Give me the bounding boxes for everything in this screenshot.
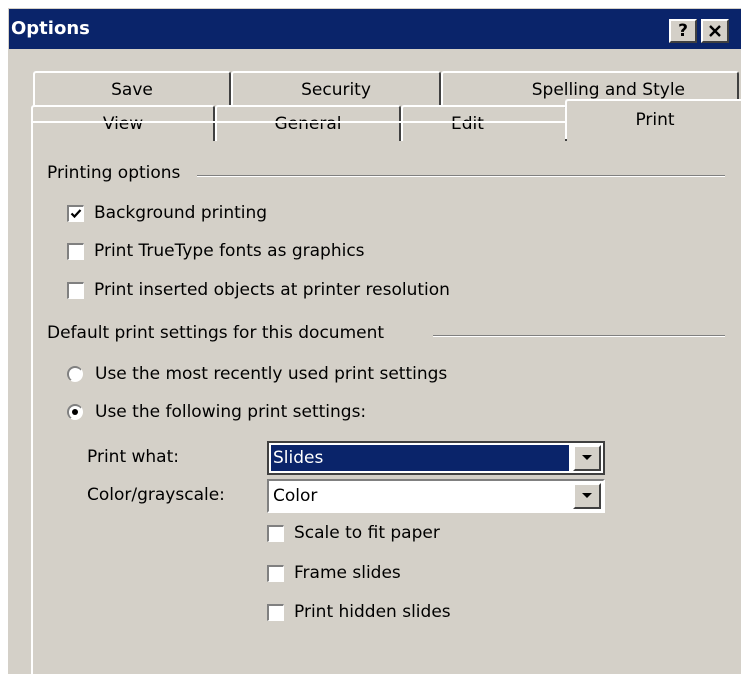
inserted-objects-checkbox[interactable]: Print inserted objects at printer resolu… bbox=[67, 280, 450, 300]
radio-circle bbox=[67, 404, 83, 420]
tab-print[interactable]: Print bbox=[565, 99, 741, 139]
inserted-objects-label: Print inserted objects at printer resolu… bbox=[94, 280, 450, 300]
truetype-graphics-checkbox[interactable]: Print TrueType fonts as graphics bbox=[67, 241, 365, 261]
recent-settings-label: Use the most recently used print setting… bbox=[95, 364, 448, 384]
color-grayscale-arrow-button[interactable] bbox=[573, 483, 601, 509]
close-button[interactable] bbox=[701, 19, 729, 43]
default-print-heading: Default print settings for this document bbox=[47, 323, 393, 343]
title-bar[interactable]: Options ? bbox=[9, 9, 741, 49]
printing-options-heading: Printing options bbox=[47, 163, 189, 183]
following-settings-radio[interactable]: Use the following print settings: bbox=[67, 402, 366, 422]
color-grayscale-label: Color/grayscale: bbox=[87, 485, 225, 505]
close-icon bbox=[709, 25, 721, 37]
print-what-arrow-button[interactable] bbox=[573, 445, 601, 471]
printing-options-divider bbox=[197, 175, 725, 177]
chevron-down-icon bbox=[582, 455, 592, 460]
chevron-down-icon bbox=[582, 493, 592, 498]
radio-dot bbox=[72, 409, 78, 415]
print-hidden-slides-label: Print hidden slides bbox=[294, 602, 451, 622]
truetype-graphics-label: Print TrueType fonts as graphics bbox=[94, 241, 365, 261]
options-dialog: Options ? Save Security Spelling and Sty… bbox=[8, 8, 741, 674]
frame-slides-checkbox[interactable]: Frame slides bbox=[267, 563, 401, 583]
checkbox-box bbox=[267, 564, 284, 582]
print-what-label: Print what: bbox=[87, 447, 179, 467]
recent-settings-radio[interactable]: Use the most recently used print setting… bbox=[67, 364, 447, 384]
tab-save[interactable]: Save bbox=[33, 71, 231, 107]
dialog-title: Options bbox=[11, 18, 90, 39]
checkbox-box bbox=[267, 603, 284, 621]
print-what-dropdown[interactable]: Slides bbox=[267, 441, 605, 475]
checkbox-box bbox=[67, 281, 84, 299]
scale-to-fit-checkbox[interactable]: Scale to fit paper bbox=[267, 523, 440, 543]
color-grayscale-dropdown[interactable]: Color bbox=[267, 479, 605, 513]
print-what-value: Slides bbox=[270, 444, 570, 472]
print-tab-panel: Printing options Background printing Pri… bbox=[31, 121, 741, 674]
background-printing-checkbox[interactable]: Background printing bbox=[67, 203, 267, 223]
help-button[interactable]: ? bbox=[669, 19, 697, 43]
radio-circle bbox=[67, 366, 83, 382]
checkbox-box bbox=[267, 524, 284, 542]
color-grayscale-value: Color bbox=[273, 486, 318, 506]
checkmark-icon bbox=[70, 208, 82, 218]
following-settings-label: Use the following print settings: bbox=[95, 402, 367, 422]
background-printing-label: Background printing bbox=[94, 203, 268, 223]
tab-security[interactable]: Security bbox=[231, 71, 441, 107]
default-print-divider bbox=[433, 335, 725, 337]
print-hidden-slides-checkbox[interactable]: Print hidden slides bbox=[267, 602, 451, 622]
scale-to-fit-label: Scale to fit paper bbox=[294, 523, 440, 543]
checkbox-box bbox=[67, 242, 84, 260]
checkbox-box bbox=[67, 204, 84, 222]
frame-slides-label: Frame slides bbox=[294, 563, 401, 583]
